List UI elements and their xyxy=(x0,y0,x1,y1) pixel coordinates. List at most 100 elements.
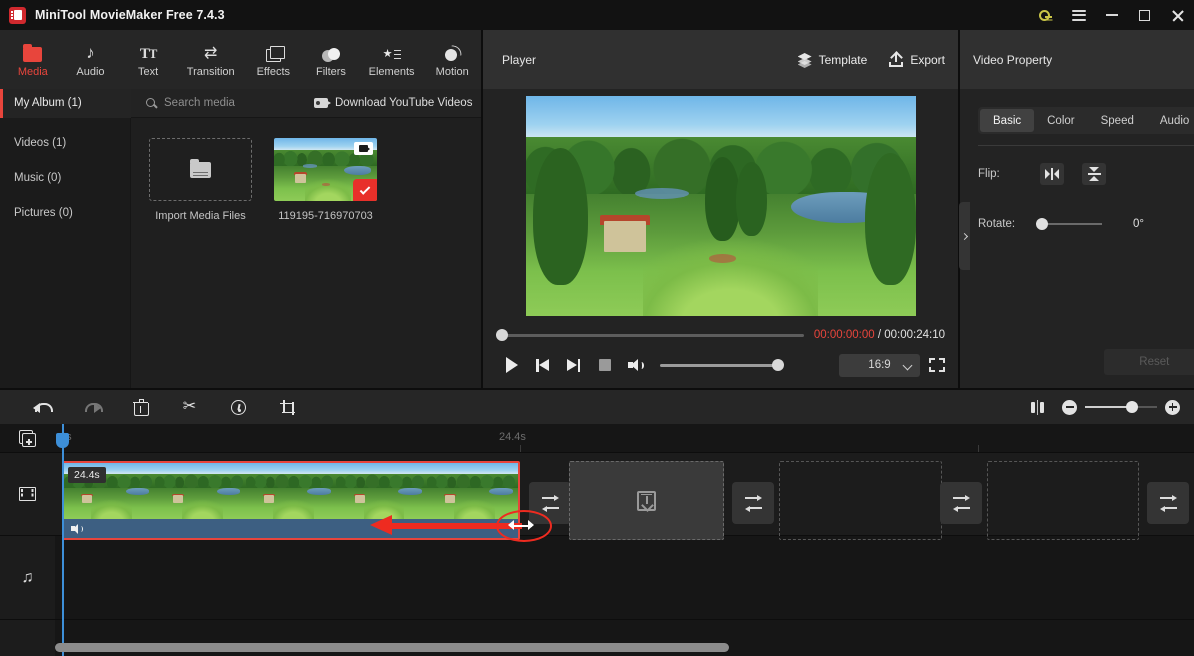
flip-vertical-button[interactable] xyxy=(1082,163,1106,185)
ribbon-tab-elements-label: Elements xyxy=(368,65,415,78)
video-track-header[interactable] xyxy=(0,452,55,536)
seek-handle[interactable] xyxy=(496,329,508,341)
timeline-ruler[interactable]: 0s 24.4s xyxy=(55,424,1194,452)
redo-button[interactable] xyxy=(67,389,116,425)
video-download-icon xyxy=(313,98,331,108)
library-category-my-album[interactable]: My Album (1) xyxy=(0,88,131,118)
ribbon-tab-transition[interactable]: ⇄ Transition xyxy=(177,30,245,89)
ribbon-tab-filters-label: Filters xyxy=(315,65,346,78)
rotate-slider[interactable] xyxy=(1036,218,1102,230)
volume-button[interactable] xyxy=(620,351,651,379)
ribbon-tab-media[interactable]: Media xyxy=(4,30,62,89)
scissors-icon: ✂ xyxy=(182,398,197,415)
collapse-panel-handle[interactable] xyxy=(959,202,970,270)
media-item-thumbnail[interactable] xyxy=(274,138,377,201)
license-key-button[interactable] xyxy=(1029,0,1062,30)
tab-speed[interactable]: Speed xyxy=(1088,109,1147,132)
tab-color[interactable]: Color xyxy=(1034,109,1087,132)
seek-bar[interactable] xyxy=(496,329,804,341)
property-panel-title: Video Property xyxy=(960,30,1194,89)
clip-audio-strip xyxy=(64,519,518,538)
split-button[interactable]: ✂ xyxy=(165,389,214,425)
transition-slot-3[interactable] xyxy=(940,482,982,524)
video-preview[interactable] xyxy=(525,95,916,316)
flip-horizontal-button[interactable] xyxy=(1040,163,1064,185)
add-track-button[interactable] xyxy=(0,424,55,452)
import-media-files-label: Import Media Files xyxy=(155,210,246,222)
library-category-pictures[interactable]: Pictures (0) xyxy=(0,195,130,230)
zoom-out-button[interactable] xyxy=(1062,399,1077,415)
maximize-button[interactable] xyxy=(1128,0,1161,30)
minimize-button[interactable] xyxy=(1095,0,1128,30)
volume-icon[interactable] xyxy=(71,523,83,534)
media-drop-slot-2[interactable] xyxy=(779,461,942,540)
library-category-music[interactable]: Music (0) xyxy=(0,160,130,195)
main-area: Media ♪ Audio TT Text ⇄ Transition Effec… xyxy=(0,30,1194,388)
transition-slot-2[interactable] xyxy=(732,482,774,524)
time-display: 00:00:00:00 / 00:00:24:10 xyxy=(814,329,945,341)
template-button[interactable]: Template xyxy=(797,52,868,68)
undo-button[interactable] xyxy=(18,389,67,425)
effects-squares-icon xyxy=(265,42,285,62)
audio-track[interactable] xyxy=(55,536,1194,620)
crop-button[interactable] xyxy=(263,389,312,425)
transition-icon xyxy=(744,494,762,512)
key-icon xyxy=(1039,9,1052,22)
stop-button[interactable] xyxy=(589,351,620,379)
video-track[interactable]: 24.4s xyxy=(55,452,1194,540)
ribbon-tab-text[interactable]: TT Text xyxy=(119,30,177,89)
ribbon-tab-effects[interactable]: Effects xyxy=(245,30,303,89)
flip-horizontal-icon xyxy=(1045,168,1059,180)
template-stack-icon xyxy=(797,53,812,68)
next-frame-button[interactable] xyxy=(558,351,589,379)
search-media-input[interactable]: Search media xyxy=(146,97,235,109)
download-youtube-videos-button[interactable]: Download YouTube Videos xyxy=(313,97,472,109)
split-view-icon[interactable] xyxy=(1031,399,1044,415)
tab-basic[interactable]: Basic xyxy=(980,109,1035,132)
clip-thumbnails xyxy=(64,463,518,519)
library-category-videos[interactable]: Videos (1) xyxy=(0,125,130,160)
undo-arrow-icon xyxy=(33,400,53,414)
search-icon xyxy=(146,97,157,109)
tab-audio[interactable]: Audio xyxy=(1147,109,1194,132)
ribbon-tab-media-label: Media xyxy=(17,65,48,78)
delete-button[interactable] xyxy=(116,389,165,425)
reset-button[interactable]: Reset xyxy=(1104,349,1194,375)
transition-slot-4[interactable] xyxy=(1147,482,1189,524)
aspect-ratio-select[interactable]: 16:9 xyxy=(839,353,920,377)
transition-slot-1[interactable] xyxy=(529,482,571,524)
timeline-zoom-controls xyxy=(1031,399,1180,415)
timeline-horizontal-scrollbar[interactable] xyxy=(55,643,1188,652)
zoom-in-button[interactable] xyxy=(1165,399,1180,415)
main-menu-button[interactable] xyxy=(1062,0,1095,30)
play-icon xyxy=(505,357,518,373)
fullscreen-button[interactable] xyxy=(929,358,945,372)
media-drop-slot-3[interactable] xyxy=(987,461,1139,540)
ribbon-tab-motion[interactable]: Motion xyxy=(423,30,481,89)
audio-track-header[interactable]: ♫ xyxy=(0,536,55,620)
timeline-toolbar: ✂ xyxy=(0,388,1194,424)
speed-button[interactable] xyxy=(214,389,263,425)
media-selected-check-icon[interactable] xyxy=(353,179,377,201)
close-button[interactable] xyxy=(1161,0,1194,30)
play-button[interactable] xyxy=(496,351,527,379)
library-assets: Import Media Files 119195-716970703 xyxy=(131,118,481,388)
rotate-handle[interactable] xyxy=(1036,218,1048,230)
zoom-handle[interactable] xyxy=(1126,400,1138,413)
import-media-files-button[interactable] xyxy=(149,138,252,201)
ribbon-tab-audio[interactable]: ♪ Audio xyxy=(62,30,120,89)
zoom-slider[interactable] xyxy=(1085,400,1157,413)
previous-frame-button[interactable] xyxy=(527,351,558,379)
template-button-label: Template xyxy=(818,52,868,67)
timeline-clip[interactable]: 24.4s xyxy=(62,461,520,540)
add-track-icon xyxy=(19,429,36,447)
export-button[interactable]: Export xyxy=(889,52,945,67)
volume-slider[interactable] xyxy=(660,359,784,371)
video-type-icon xyxy=(354,142,373,155)
ribbon-tab-elements[interactable]: ★ Elements xyxy=(360,30,424,89)
media-drop-slot-1[interactable] xyxy=(569,461,724,540)
ribbon-tab-filters[interactable]: Filters xyxy=(302,30,360,89)
scrollbar-thumb[interactable] xyxy=(55,643,729,652)
volume-handle[interactable] xyxy=(772,359,784,371)
transition-arrows-icon: ⇄ xyxy=(204,44,218,62)
